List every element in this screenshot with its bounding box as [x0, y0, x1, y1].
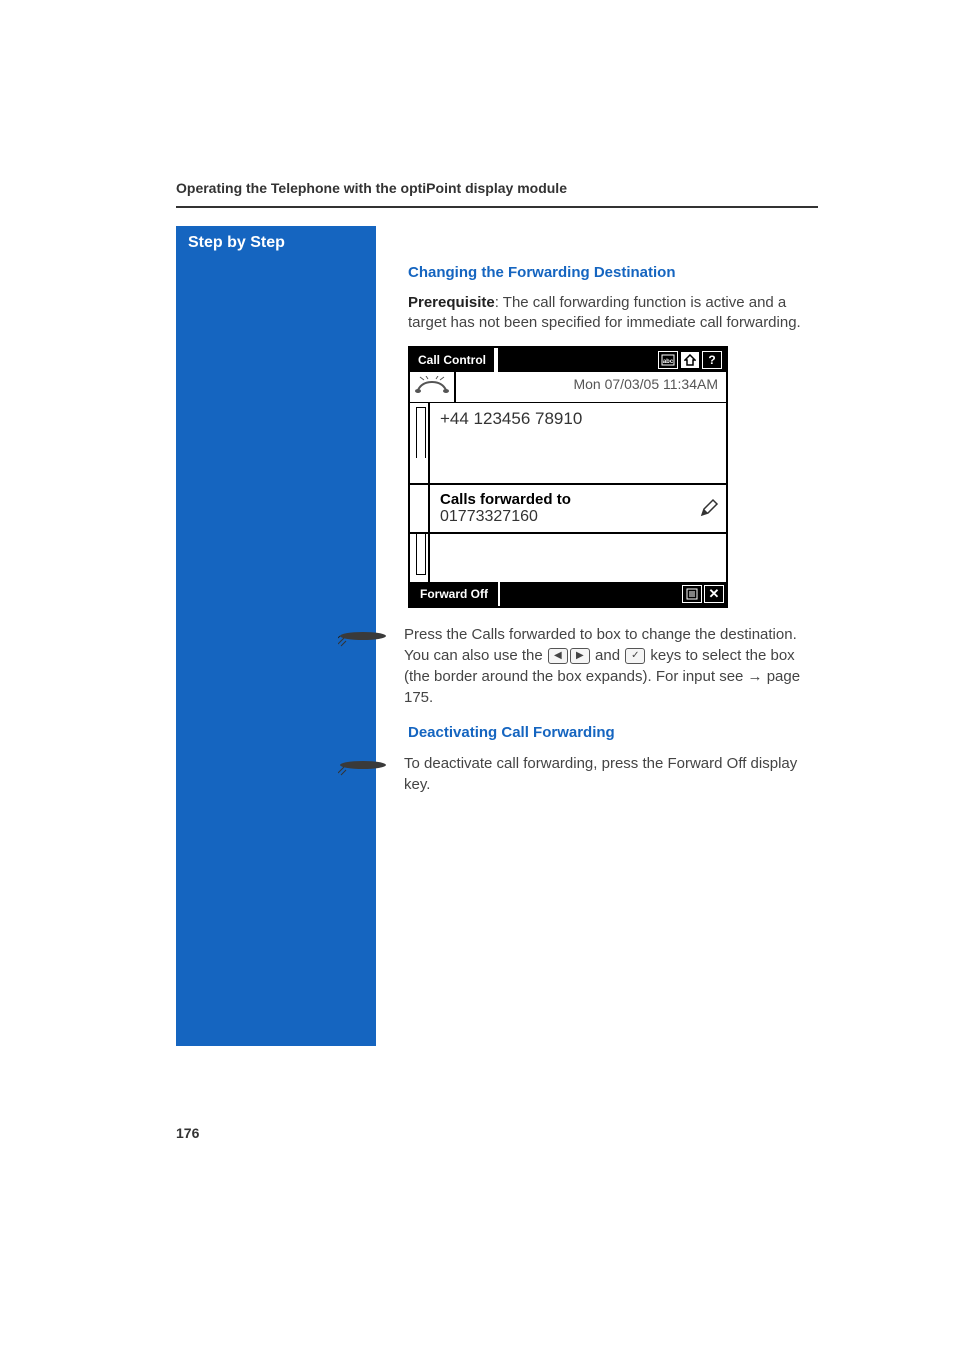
calls-forwarded-box[interactable]: Calls forwarded to 01773327160: [410, 483, 726, 534]
instruction-press-box: Press the Calls forwarded to box to chan…: [404, 624, 818, 708]
help-icon[interactable]: ?: [702, 351, 722, 369]
call-control-tab[interactable]: Call Control: [410, 348, 496, 372]
touch-pen-icon: [338, 624, 388, 648]
section-changing-forward-dest: Changing the Forwarding Destination: [408, 264, 818, 281]
touch-pen-icon-2: [338, 753, 388, 777]
check-key-icon: ✓: [625, 648, 645, 664]
phone-status-icon: [410, 372, 456, 402]
forwarded-label: Calls forwarded to: [440, 491, 682, 508]
forwarded-number: 01773327160: [440, 508, 682, 526]
edit-pencil-icon[interactable]: [692, 485, 726, 532]
phone-number-display: +44 123456 78910: [430, 403, 726, 483]
svg-text:abc: abc: [663, 359, 674, 365]
home-icon[interactable]: [680, 351, 700, 369]
page-number: 176: [176, 1125, 199, 1141]
list-icon[interactable]: [682, 585, 702, 603]
input-mode-icon[interactable]: abc: [658, 351, 678, 369]
section-deactivating-forwarding: Deactivating Call Forwarding: [408, 724, 818, 741]
instruction-deactivate: To deactivate call forwarding, press the…: [404, 753, 818, 795]
right-key-icon: ▶: [570, 648, 590, 664]
tab-rail-bottom: [410, 534, 430, 582]
prerequisite-label: Prerequisite: [408, 294, 495, 311]
phone-display-mock: Call Control abc ?: [408, 346, 728, 608]
prerequisite-text: Prerequisite: The call forwarding functi…: [408, 293, 818, 334]
close-icon[interactable]: ✕: [704, 585, 724, 603]
tab-rail-top: [410, 403, 430, 483]
phone-datetime: Mon 07/03/05 11:34AM: [456, 372, 726, 402]
page-header: Operating the Telephone with the optiPoi…: [176, 180, 567, 196]
forward-off-button[interactable]: Forward Off: [410, 582, 500, 606]
left-key-icon: ◀: [548, 648, 568, 664]
sidebar-title: Step by Step: [188, 234, 285, 251]
